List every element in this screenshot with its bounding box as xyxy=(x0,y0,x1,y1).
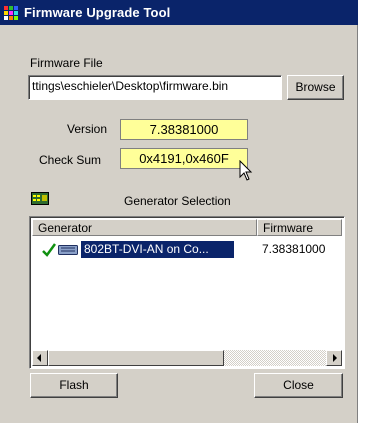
scroll-thumb[interactable] xyxy=(48,350,224,366)
checksum-value: 0x4191,0x460F xyxy=(120,148,248,169)
mouse-cursor-icon xyxy=(239,160,253,181)
browse-button[interactable]: Browse xyxy=(287,75,344,100)
firmware-version-cell: 7.38381000 xyxy=(262,242,326,256)
scroll-left-arrow-icon xyxy=(37,354,41,362)
generator-list[interactable]: Generator Firmware 802BT-DVI-AN on Co...… xyxy=(29,216,345,369)
firmware-path-field[interactable]: ttings\eschieler\Desktop\firmware.bin xyxy=(28,75,282,100)
version-value: 7.38381000 xyxy=(120,119,248,140)
flash-button[interactable]: Flash xyxy=(30,373,118,398)
title-bar[interactable]: Firmware Upgrade Tool xyxy=(0,0,358,25)
scroll-right-arrow-icon xyxy=(333,354,337,362)
scroll-left-button[interactable] xyxy=(32,350,48,366)
column-header-generator[interactable]: Generator xyxy=(32,219,257,236)
firmware-file-label: Firmware File xyxy=(30,56,103,70)
checkmark-icon xyxy=(42,243,56,257)
version-label: Version xyxy=(67,122,108,136)
generator-selection-title: Generator Selection xyxy=(124,194,231,208)
horizontal-scrollbar[interactable] xyxy=(32,350,342,366)
column-header-firmware[interactable]: Firmware xyxy=(257,219,342,236)
generator-device-icon xyxy=(31,192,49,205)
generator-name-cell: 802BT-DVI-AN on Co... xyxy=(81,241,234,258)
device-icon xyxy=(58,245,78,255)
checksum-label: Check Sum xyxy=(39,153,102,167)
scroll-right-button[interactable] xyxy=(326,350,342,366)
window-title: Firmware Upgrade Tool xyxy=(24,5,171,20)
firmware-upgrade-window: Firmware Upgrade Tool Firmware File ttin… xyxy=(0,0,358,423)
app-color-grid-icon xyxy=(4,5,20,20)
close-button[interactable]: Close xyxy=(254,373,343,398)
firmware-path-value: ttings\eschieler\Desktop\firmware.bin xyxy=(32,79,229,93)
